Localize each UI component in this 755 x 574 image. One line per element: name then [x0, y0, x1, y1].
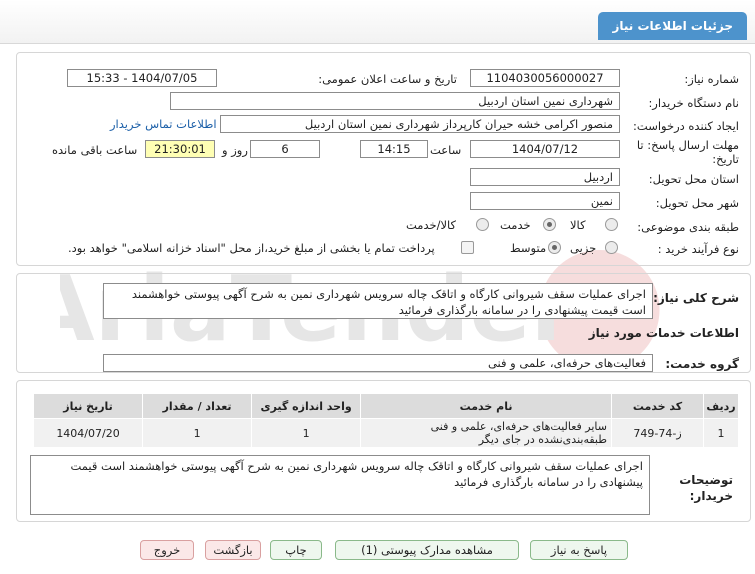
summary-text: اجرای عملیات سقف شیروانی کارگاه و اتاقک … [131, 287, 646, 317]
days-label: روز و [222, 143, 248, 157]
deadline-label-date: تاریخ: [712, 152, 739, 166]
process-label: نوع فرآیند خرید : [657, 242, 739, 256]
col-service-code: کد خدمت [610, 393, 705, 419]
buyer-notes-label: توضیحات [679, 473, 733, 487]
services-table-header: ردیف کد خدمت نام خدمت واحد اندازه گیری ت… [32, 393, 739, 419]
col-need-date: تاریخ نیاز [32, 393, 144, 419]
remaining-time-label: ساعت باقی مانده [52, 143, 138, 157]
services-section-title: اطلاعات خدمات مورد نیاز [588, 326, 739, 340]
process-option-minor: جزیی [570, 241, 597, 255]
cell-unit: 1 [251, 418, 362, 448]
buyer-contact-link[interactable]: اطلاعات تماس خریدار [110, 117, 217, 131]
category-option-service: خدمت [500, 218, 531, 232]
buyer-notes-textarea[interactable]: اجرای عملیات سقف شیروانی کارگاه و اتاقک … [30, 455, 650, 515]
cell-row-number: 1 [703, 418, 739, 448]
creator-label: ایجاد کننده درخواست: [633, 119, 739, 133]
category-radio-goods-service[interactable] [476, 218, 489, 231]
announce-label: تاریخ و ساعت اعلان عمومی: [318, 72, 457, 86]
deadline-label: مهلت ارسال پاسخ: تا [636, 138, 739, 152]
buyer-notes-text: اجرای عملیات سقف شیروانی کارگاه و اتاقک … [70, 459, 643, 489]
cell-quantity: 1 [142, 418, 253, 448]
col-quantity: تعداد / مقدار [142, 393, 253, 419]
service-group-field: فعالیت‌های حرفه‌ای، علمی و فنی [103, 354, 653, 372]
category-radio-service[interactable] [543, 218, 556, 231]
respond-button[interactable]: پاسخ به نیاز [530, 540, 628, 560]
deadline-date-field: 1404/07/12 [470, 140, 620, 158]
col-service-name: نام خدمت [360, 393, 612, 419]
deadline-time-label: ساعت [430, 143, 462, 157]
print-button[interactable]: چاپ [270, 540, 322, 560]
page-title: جزئیات اطلاعات نیاز [598, 12, 747, 40]
city-label: شهر محل تحویل: [655, 196, 739, 210]
service-group-label: گروه خدمت: [665, 357, 739, 371]
need-number-label: شماره نیاز: [684, 72, 739, 86]
days-remaining-field: 6 [250, 140, 320, 158]
cell-service-code: ز-74-749 [610, 418, 705, 448]
process-radio-medium[interactable] [548, 241, 561, 254]
city-field: نمین [470, 192, 620, 210]
province-field: اردبیل [470, 168, 620, 186]
cell-need-date: 1404/07/20 [32, 418, 144, 448]
table-row: 1 ز-74-749 سایر فعالیت‌های حرفه‌ای، علمی… [32, 418, 739, 448]
buyer-org-field: شهرداری نمین استان اردبیل [170, 92, 620, 110]
summary-textarea[interactable]: اجرای عملیات سقف شیروانی کارگاه و اتاقک … [103, 283, 653, 319]
cell-service-name: سایر فعالیت‌های حرفه‌ای، علمی و فنی طبقه… [360, 418, 612, 448]
process-option-medium: متوسط [510, 241, 547, 255]
back-button[interactable]: بازگشت [205, 540, 261, 560]
deadline-time-field: 14:15 [360, 140, 428, 158]
creator-field: منصور اکرامی خشه حیران کارپرداز شهرداری … [220, 115, 620, 133]
col-row-number: ردیف [703, 393, 739, 419]
col-unit: واحد اندازه گیری [251, 393, 362, 419]
province-label: استان محل تحویل: [648, 172, 739, 186]
process-radio-minor[interactable] [605, 241, 618, 254]
summary-label: شرح کلی نیاز: [653, 291, 739, 305]
view-attachments-button[interactable]: مشاهده مدارک پیوستی (1) [335, 540, 519, 560]
category-radio-goods[interactable] [605, 218, 618, 231]
buyer-notes-label-2: خریدار: [689, 489, 733, 503]
category-option-goods: کالا [570, 218, 586, 232]
category-label: طبقه بندی موضوعی: [637, 220, 739, 234]
treasury-payment-note: پرداخت تمام یا بخشی از مبلغ خرید،از محل … [68, 241, 435, 255]
need-number-field: 1104030056000027 [470, 69, 620, 87]
exit-button[interactable]: خروج [140, 540, 194, 560]
category-option-goods-service: کالا/خدمت [406, 218, 457, 232]
services-table: ردیف کد خدمت نام خدمت واحد اندازه گیری ت… [32, 393, 739, 448]
buyer-org-label: نام دستگاه خریدار: [648, 96, 739, 110]
announce-field: 1404/07/05 - 15:33 [67, 69, 217, 87]
treasury-payment-checkbox[interactable] [461, 241, 474, 254]
remaining-time-field: 21:30:01 [145, 140, 215, 158]
